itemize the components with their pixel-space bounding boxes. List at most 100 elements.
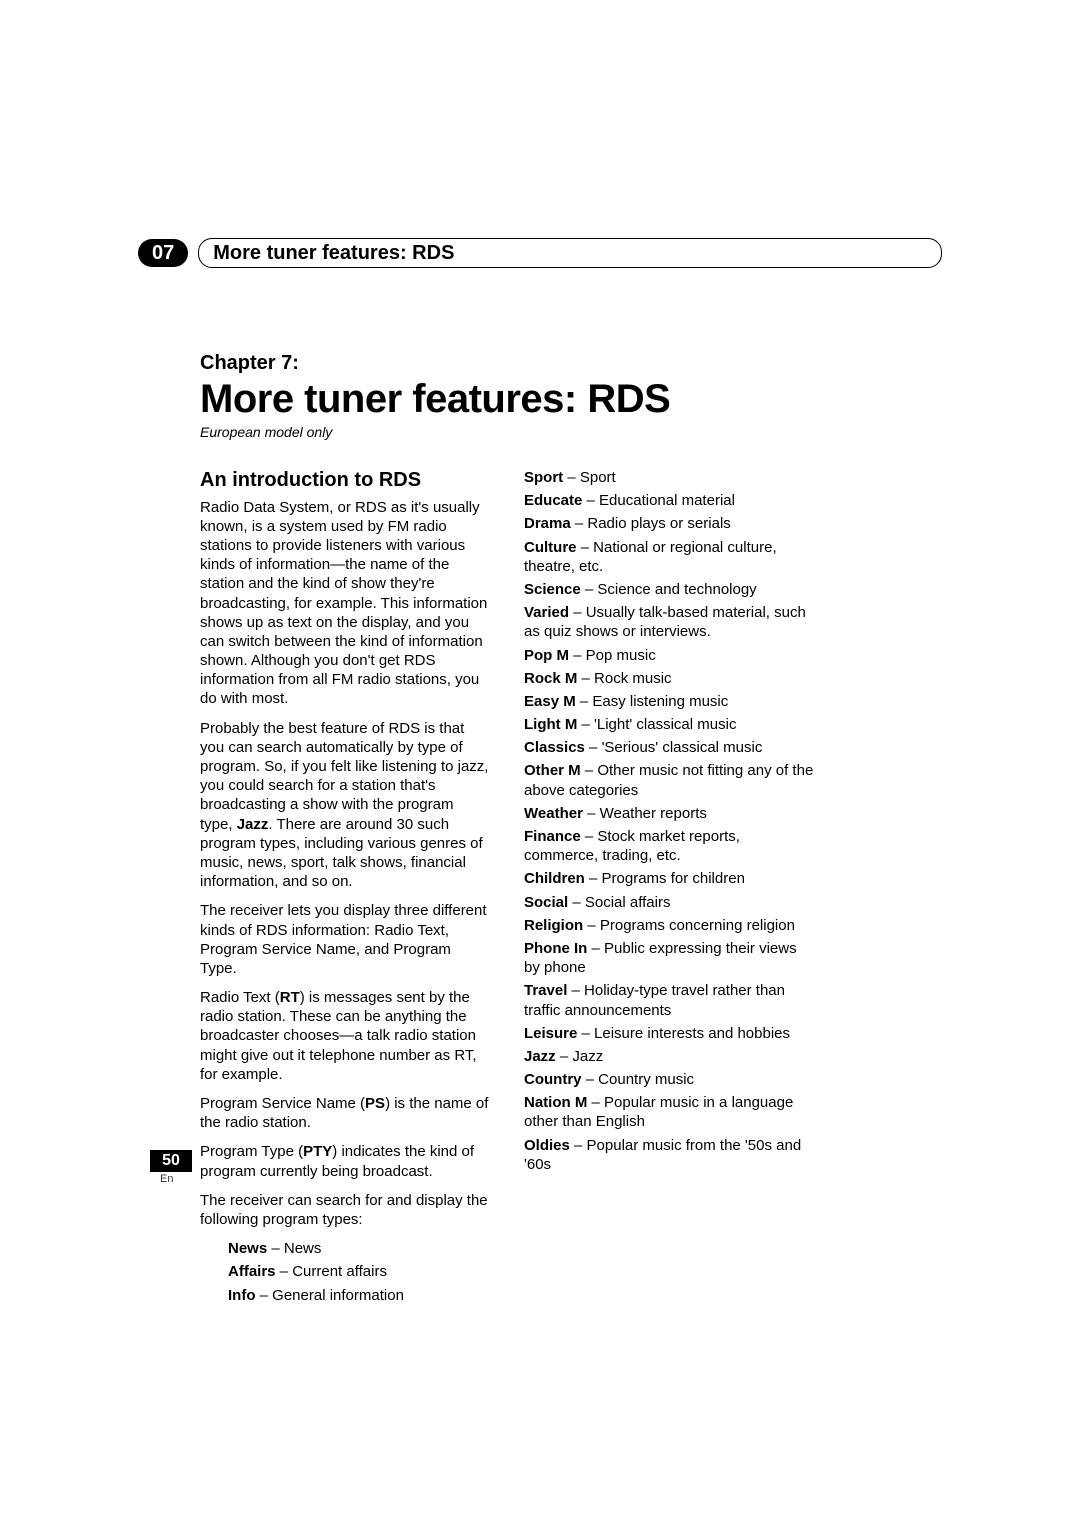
page: 07 More tuner features: RDS Chapter 7: M… <box>0 0 1080 1528</box>
program-type-desc: – Country music <box>582 1071 695 1088</box>
language-label: En <box>160 1173 173 1185</box>
program-types-left: News – News Affairs – Current affairs Info… <box>200 1239 490 1305</box>
program-type-desc: – Current affairs <box>276 1263 387 1280</box>
program-type-item: Phone In – Public expressing their views… <box>524 939 814 977</box>
program-type-item: Weather – Weather reports <box>524 804 814 823</box>
program-type-item: Leisure – Leisure interests and hobbies <box>524 1024 814 1043</box>
program-type-item: Info – General information <box>228 1286 490 1305</box>
program-type-desc: – Jazz <box>556 1048 604 1065</box>
text: Program Service Name ( <box>200 1095 365 1112</box>
program-type-term: Finance <box>524 828 581 845</box>
program-type-item: Educate – Educational material <box>524 491 814 510</box>
paragraph: The receiver lets you display three diff… <box>200 901 490 978</box>
page-number-badge: 50 <box>150 1150 192 1172</box>
program-types-right: Sport – Sport Educate – Educational mater… <box>524 468 814 1174</box>
program-type-term: Affairs <box>228 1263 276 1280</box>
left-column: An introduction to RDS Radio Data System… <box>200 468 490 1309</box>
program-type-desc: – 'Serious' classical music <box>585 739 762 756</box>
chapter-number-badge: 07 <box>138 239 188 267</box>
program-type-term: Leisure <box>524 1025 577 1042</box>
program-type-item: Easy M – Easy listening music <box>524 692 814 711</box>
program-type-desc: – Weather reports <box>583 805 707 822</box>
right-column: Sport – Sport Educate – Educational mater… <box>524 468 814 1309</box>
bold-term: Jazz <box>237 816 269 833</box>
chapter-label: Chapter 7: <box>200 352 940 375</box>
program-type-item: Classics – 'Serious' classical music <box>524 738 814 757</box>
text: Radio Text ( <box>200 989 280 1006</box>
program-type-item: Rock M – Rock music <box>524 669 814 688</box>
program-type-desc: – Easy listening music <box>576 693 729 710</box>
program-type-item: Jazz – Jazz <box>524 1047 814 1066</box>
program-type-item: Religion – Programs concerning religion <box>524 916 814 935</box>
program-type-term: Country <box>524 1071 582 1088</box>
program-type-term: Other M <box>524 762 581 779</box>
program-type-item: Country – Country music <box>524 1070 814 1089</box>
paragraph: Probably the best feature of RDS is that… <box>200 719 490 892</box>
chapter-subtitle: European model only <box>200 424 940 440</box>
program-type-term: Travel <box>524 982 567 999</box>
program-type-desc: – General information <box>256 1287 404 1304</box>
program-type-term: News <box>228 1240 267 1257</box>
program-type-item: Oldies – Popular music from the '50s and… <box>524 1136 814 1174</box>
text: Program Type ( <box>200 1143 303 1160</box>
program-type-term: Educate <box>524 492 582 509</box>
paragraph: Program Service Name (PS) is the name of… <box>200 1094 490 1132</box>
program-type-term: Classics <box>524 739 585 756</box>
bold-term: PS <box>365 1095 385 1112</box>
program-type-desc: – 'Light' classical music <box>577 716 736 733</box>
program-type-term: Culture <box>524 539 577 556</box>
program-type-desc: – Leisure interests and hobbies <box>577 1025 790 1042</box>
program-type-desc: – Science and technology <box>581 581 757 598</box>
bold-term: RT <box>280 989 300 1006</box>
program-type-term: Rock M <box>524 670 577 687</box>
program-type-term: Religion <box>524 917 583 934</box>
program-type-item: Social – Social affairs <box>524 893 814 912</box>
program-type-item: Culture – National or regional culture, … <box>524 538 814 576</box>
program-type-desc: – Radio plays or serials <box>571 515 731 532</box>
chapter-title: More tuner features: RDS <box>200 377 940 422</box>
paragraph: Radio Data System, or RDS as it's usuall… <box>200 498 490 709</box>
program-type-term: Nation M <box>524 1094 587 1111</box>
program-type-desc: – Rock music <box>577 670 671 687</box>
program-type-term: Sport <box>524 469 563 486</box>
program-type-term: Oldies <box>524 1137 570 1154</box>
paragraph: The receiver can search for and display … <box>200 1191 490 1229</box>
program-type-term: Phone In <box>524 940 587 957</box>
program-type-desc: – News <box>267 1240 321 1257</box>
program-type-item: Science – Science and technology <box>524 580 814 599</box>
program-type-term: Science <box>524 581 581 598</box>
section-heading: An introduction to RDS <box>200 468 490 494</box>
running-title: More tuner features: RDS <box>198 238 942 268</box>
paragraph: Radio Text (RT) is messages sent by the … <box>200 988 490 1084</box>
paragraph: Program Type (PTY) indicates the kind of… <box>200 1142 490 1180</box>
program-type-desc: – Programs concerning religion <box>583 917 795 934</box>
content-area: Chapter 7: More tuner features: RDS Euro… <box>200 352 940 1309</box>
program-type-term: Children <box>524 870 585 887</box>
program-type-item: Travel – Holiday-type travel rather than… <box>524 981 814 1019</box>
program-type-item: Light M – 'Light' classical music <box>524 715 814 734</box>
bold-term: PTY <box>303 1143 332 1160</box>
running-header: 07 More tuner features: RDS <box>138 238 942 268</box>
program-type-desc: – Programs for children <box>585 870 745 887</box>
program-type-desc: – Pop music <box>569 647 656 664</box>
program-type-term: Varied <box>524 604 569 621</box>
program-type-item: Affairs – Current affairs <box>228 1262 490 1281</box>
program-type-item: Children – Programs for children <box>524 869 814 888</box>
program-type-term: Info <box>228 1287 256 1304</box>
program-type-item: Pop M – Pop music <box>524 646 814 665</box>
program-type-item: Other M – Other music not fitting any of… <box>524 761 814 799</box>
body-columns: An introduction to RDS Radio Data System… <box>200 468 940 1309</box>
program-type-term: Weather <box>524 805 583 822</box>
program-type-desc: – Educational material <box>582 492 735 509</box>
program-type-item: Sport – Sport <box>524 468 814 487</box>
program-type-term: Drama <box>524 515 571 532</box>
program-type-item: Varied – Usually talk-based material, su… <box>524 603 814 641</box>
program-type-term: Pop M <box>524 647 569 664</box>
program-type-term: Jazz <box>524 1048 556 1065</box>
program-type-desc: – Social affairs <box>568 894 670 911</box>
program-type-item: Drama – Radio plays or serials <box>524 514 814 533</box>
program-type-item: Finance – Stock market reports, commerce… <box>524 827 814 865</box>
program-type-item: Nation M – Popular music in a language o… <box>524 1093 814 1131</box>
program-type-term: Light M <box>524 716 577 733</box>
program-type-item: News – News <box>228 1239 490 1258</box>
